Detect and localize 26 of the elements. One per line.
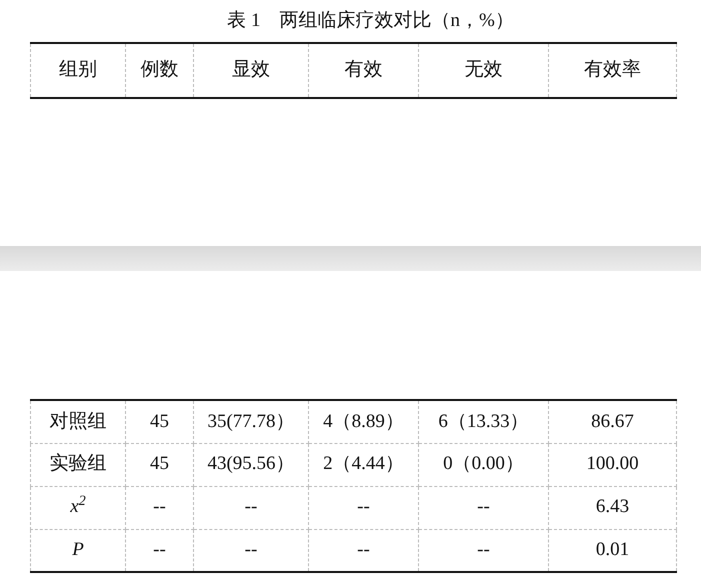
row-label: 对照组: [30, 400, 126, 443]
table-cell: 0（0.00）: [418, 443, 548, 486]
table-cell: 35(77.78）: [194, 400, 308, 443]
column-header: 组别: [30, 43, 126, 98]
table-title: 表 1 两组临床疗效对比（n，%）: [226, 8, 515, 33]
table-cell: 2（4.44）: [308, 443, 418, 486]
table-cell: 4（8.89）: [308, 400, 418, 443]
column-header: 有效: [308, 43, 418, 98]
column-header: 显效: [194, 43, 308, 98]
table-cell: 6（13.33）: [418, 400, 548, 443]
row-label: P: [30, 529, 126, 572]
table-cell: 45: [126, 443, 194, 486]
table-cell: --: [126, 486, 194, 529]
table-cell: --: [418, 486, 548, 529]
column-header: 有效率: [548, 43, 676, 98]
row-label: x$^{2}$: [30, 486, 126, 529]
table-cell: 100.00: [548, 443, 676, 486]
table-cell: --: [194, 486, 308, 529]
row-label: 实验组: [30, 443, 126, 486]
table-cell: 43(95.56）: [194, 443, 308, 486]
column-header: 例数: [126, 43, 194, 98]
table-cell: 6.43: [548, 486, 676, 529]
table-cell: 45: [126, 400, 194, 443]
table-cell: --: [308, 486, 418, 529]
table-cell: 86.67: [548, 400, 676, 443]
column-header: 无效: [418, 43, 548, 98]
